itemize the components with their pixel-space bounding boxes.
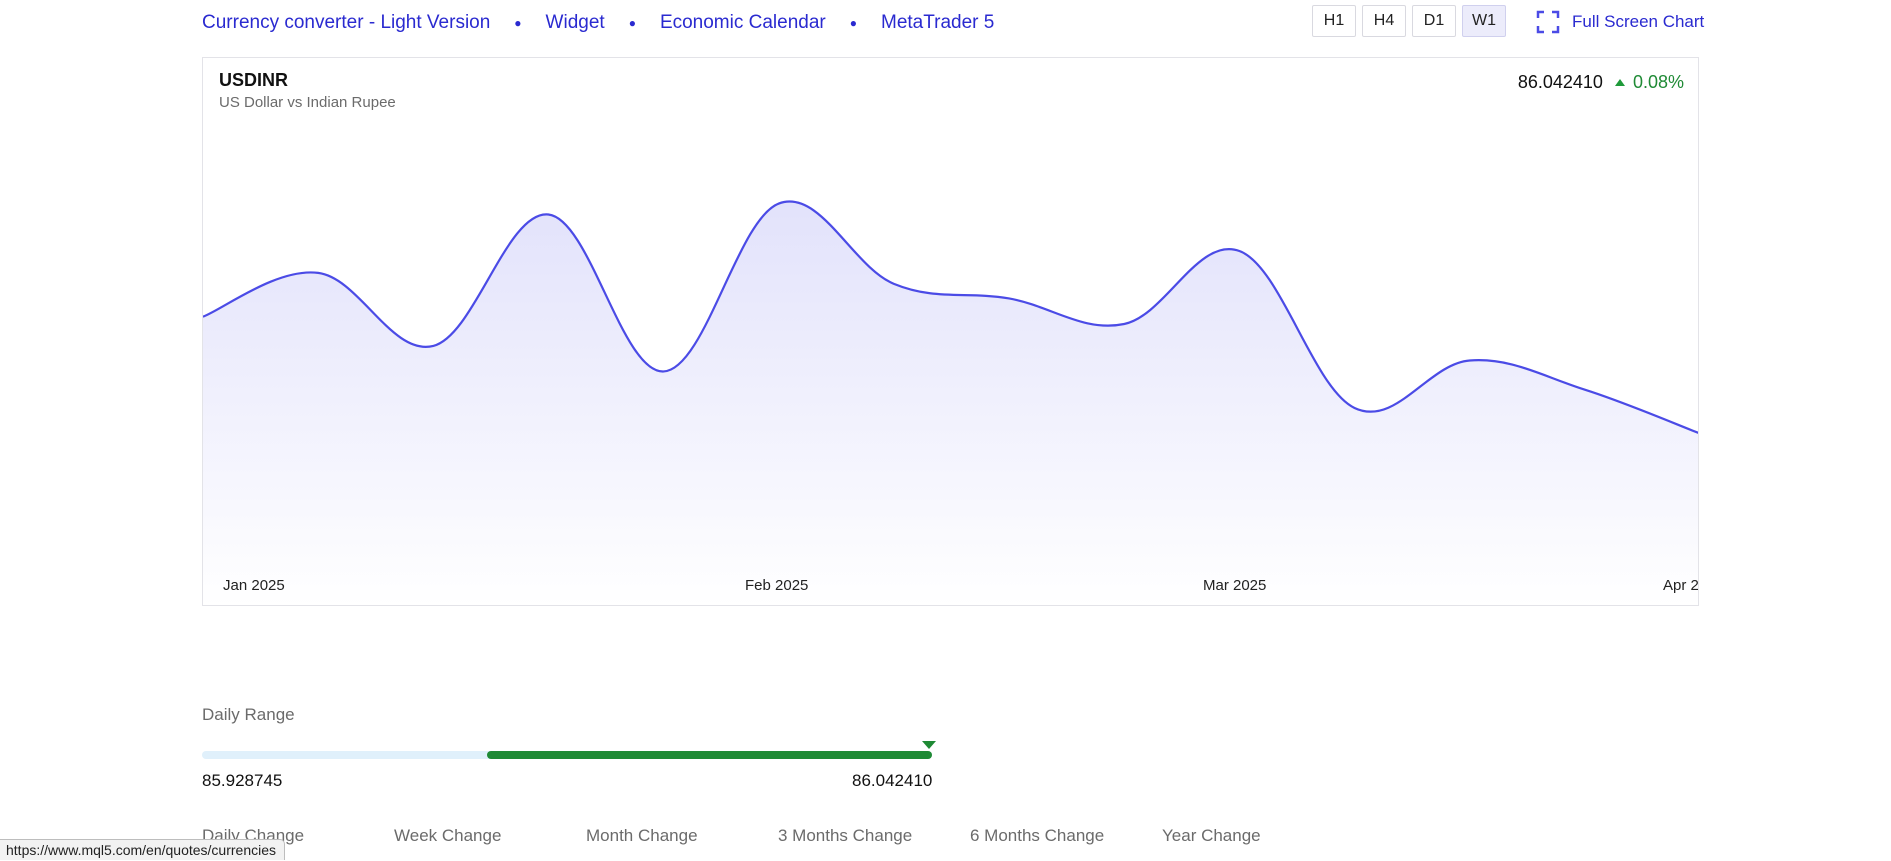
tab-year-change[interactable]: Year Change [1162, 826, 1261, 846]
timeframe-h4-button[interactable]: H4 [1362, 5, 1406, 37]
link-economic-calendar[interactable]: Economic Calendar [660, 12, 826, 34]
fullscreen-icon [1536, 10, 1560, 34]
x-axis-label-mar: Mar 2025 [1203, 577, 1266, 594]
x-axis-label-jan: Jan 2025 [223, 577, 285, 594]
x-axis-label-feb: Feb 2025 [745, 577, 808, 594]
link-currency-converter[interactable]: Currency converter - Light Version [202, 12, 490, 34]
status-url: https://www.mql5.com/en/quotes/currencie… [0, 839, 286, 860]
tab-month-change[interactable]: Month Change [586, 826, 698, 846]
timeframe-h1-button[interactable]: H1 [1312, 5, 1356, 37]
timeframe-d1-button[interactable]: D1 [1412, 5, 1456, 37]
current-price: 86.042410 [1517, 72, 1603, 92]
separator-dot: ● [514, 16, 522, 30]
daily-range-high: 86.042410 [852, 771, 933, 790]
separator-dot: ● [849, 16, 857, 30]
link-metatrader-5[interactable]: MetaTrader 5 [881, 12, 994, 34]
symbol-description: US Dollar vs Indian Rupee [219, 94, 396, 111]
price-change-percent: 0.08% [1632, 72, 1684, 92]
top-links: Currency converter - Light Version ● Wid… [202, 12, 994, 34]
tab-3-months-change[interactable]: 3 Months Change [778, 826, 912, 846]
x-axis-label-apr: Apr 2025 [1663, 577, 1699, 594]
up-arrow-icon [1614, 79, 1625, 86]
symbol-name: USDINR [219, 70, 289, 90]
timeframe-w1-button[interactable]: W1 [1462, 5, 1506, 37]
separator-dot: ● [628, 16, 636, 30]
full-screen-chart-label: Full Screen Chart [1572, 12, 1705, 31]
daily-range-low: 85.928745 [202, 771, 283, 790]
daily-range-fill [486, 751, 932, 759]
tab-week-change[interactable]: Week Change [394, 826, 501, 846]
full-screen-chart-link[interactable]: Full Screen Chart [1536, 10, 1704, 34]
link-widget[interactable]: Widget [546, 12, 605, 34]
timeframe-selector: H1 H4 D1 W1 [1312, 5, 1506, 37]
daily-range-track [202, 751, 932, 759]
chart-area-fill [203, 201, 1698, 605]
price-chart[interactable]: Jan 2025 Feb 2025 Mar 2025 Apr 2025 [203, 58, 1699, 606]
chart-card[interactable]: Jan 2025 Feb 2025 Mar 2025 Apr 2025 USDI… [202, 57, 1699, 606]
current-price-marker-icon [922, 741, 936, 749]
tab-6-months-change[interactable]: 6 Months Change [970, 826, 1104, 846]
daily-range-title: Daily Range [202, 705, 295, 724]
price-display: 86.042410 0.08% [1518, 72, 1684, 93]
